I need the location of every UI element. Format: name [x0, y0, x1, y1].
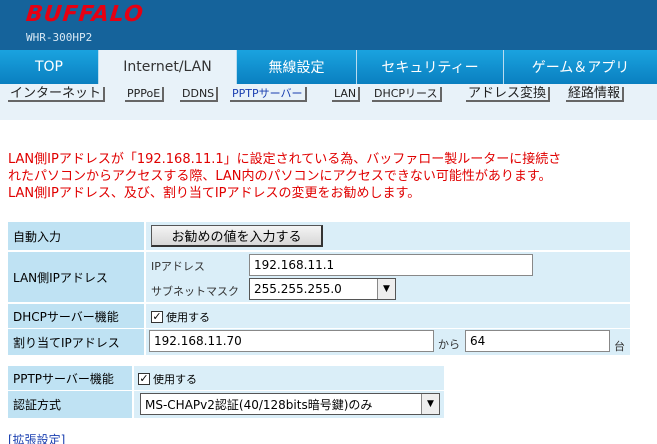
tab-top[interactable]: TOP: [0, 50, 99, 84]
auto-input-row: 自動入力 お勧めの値を入力する: [8, 222, 630, 250]
header-bar: BUFFALO WHR-300HP2: [0, 0, 657, 50]
subtab-pptp-server[interactable]: PPTPサーバー: [230, 87, 307, 102]
assign-count-input[interactable]: 64: [465, 330, 610, 352]
tab-wireless[interactable]: 無線設定: [237, 50, 357, 84]
assign-ip-label: 割り当てIPアドレス: [8, 329, 146, 355]
assign-ip-start-input[interactable]: 192.168.11.70: [149, 330, 434, 352]
subnet-mask-select[interactable]: 255.255.255.0 ▼: [249, 278, 396, 300]
subtab-internet[interactable]: インターネット: [8, 87, 106, 102]
warning-line: れたパソコンからアクセスする際、LAN内のパソコンにアクセスできない可能性があり…: [8, 169, 552, 184]
tab-internet-lan[interactable]: Internet/LAN: [99, 50, 237, 84]
model-name: WHR-300HP2: [26, 31, 93, 44]
assign-from-label: から: [438, 338, 460, 351]
lan-ip-warning: LAN側IPアドレスが「192.168.11.1」に設定されている為、バッファロ…: [8, 151, 648, 202]
tab-security[interactable]: セキュリティー: [357, 50, 504, 84]
pptp-enable-label: 使用する: [153, 373, 197, 386]
dropdown-arrow-icon: ▼: [377, 279, 395, 299]
subtab-routing[interactable]: 経路情報: [566, 87, 625, 102]
sub-nav: インターネット PPPoE DDNS PPTPサーバー LAN DHCPリース …: [0, 84, 657, 120]
tab-game-apps[interactable]: ゲーム＆アプリ: [504, 50, 657, 84]
warning-line: LAN側IPアドレスが「192.168.11.1」に設定されている為、バッファロ…: [8, 152, 562, 167]
dhcp-label: DHCPサーバー機能: [8, 304, 146, 328]
lan-ip-input[interactable]: 192.168.11.1: [249, 254, 533, 276]
pptp-enable-checkbox[interactable]: ✓ 使用する: [138, 371, 197, 387]
ip-address-label: IPアドレス: [151, 260, 205, 273]
pptp-label: PPTPサーバー機能: [8, 366, 134, 390]
auth-label: 認証方式: [8, 391, 134, 418]
dhcp-enable-checkbox[interactable]: ✓ 使用する: [151, 309, 210, 325]
subtab-dhcp-lease[interactable]: DHCPリース: [372, 87, 442, 102]
auth-method-select[interactable]: MS-CHAPv2認証(40/128bits暗号鍵)のみ ▼: [140, 393, 440, 415]
assign-ip-row: 割り当てIPアドレス 192.168.11.70 から 64 台: [8, 329, 630, 355]
lan-ip-row: LAN側IPアドレス IPアドレス 192.168.11.1 サブネットマスク …: [8, 252, 630, 302]
checkmark-icon: ✓: [151, 310, 163, 323]
subtab-pppoe[interactable]: PPPoE: [125, 87, 165, 102]
dhcp-row: DHCPサーバー機能 ✓ 使用する: [8, 304, 630, 328]
pptp-row: PPTPサーバー機能 ✓ 使用する: [8, 366, 444, 390]
auth-method-value: MS-CHAPv2認証(40/128bits暗号鍵)のみ: [145, 397, 373, 412]
checkmark-icon: ✓: [138, 372, 150, 385]
dropdown-arrow-icon: ▼: [421, 394, 439, 414]
warning-line: LAN側IPアドレス、及び、割り当てIPアドレスの変更をお勧めします。: [8, 186, 421, 201]
dhcp-enable-label: 使用する: [166, 311, 210, 324]
recommended-values-button[interactable]: お勧めの値を入力する: [151, 225, 323, 247]
subnet-mask-label: サブネットマスク: [151, 285, 239, 298]
subnet-mask-value: 255.255.255.0: [254, 282, 342, 296]
subtab-ddns[interactable]: DDNS: [180, 87, 219, 102]
subtab-address-translation[interactable]: アドレス変換: [466, 87, 551, 102]
assign-unit-label: 台: [614, 340, 625, 353]
auto-input-label: 自動入力: [8, 222, 146, 250]
lan-ip-label: LAN側IPアドレス: [8, 252, 146, 302]
main-nav: TOP Internet/LAN 無線設定 セキュリティー ゲーム＆アプリ: [0, 50, 657, 84]
subtab-lan[interactable]: LAN: [332, 87, 361, 102]
buffalo-logo: BUFFALO: [24, 2, 146, 27]
advanced-settings-link[interactable]: [拡張設定]: [8, 431, 65, 444]
auth-row: 認証方式 MS-CHAPv2認証(40/128bits暗号鍵)のみ ▼: [8, 391, 444, 418]
